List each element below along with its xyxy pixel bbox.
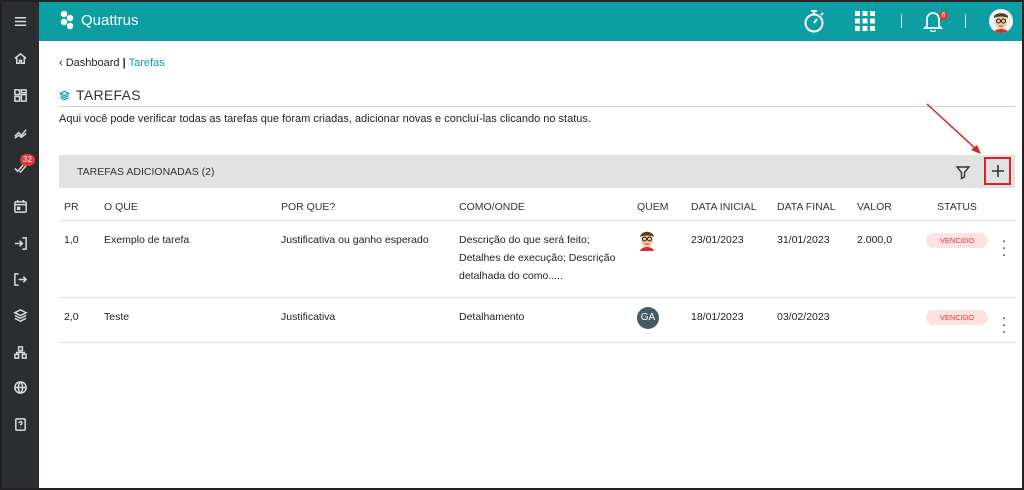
tasks-panel-header: TAREFAS ADICIONADAS (2)	[59, 155, 1015, 188]
plus-icon	[991, 165, 1004, 177]
breadcrumb-separator: |	[122, 57, 126, 69]
cell-start-date: 18/01/2023	[686, 297, 772, 343]
cell-what: Exemplo de tarefa	[99, 220, 276, 298]
home-icon[interactable]	[2, 43, 39, 73]
cell-why: Justificativa	[276, 297, 454, 343]
cell-value	[852, 297, 921, 343]
cell-end-date: 31/01/2023	[772, 220, 852, 298]
page-description: Aqui você pode verificar todas as tarefa…	[59, 113, 591, 125]
cell-who	[632, 220, 686, 298]
col-end-date[interactable]: DATA FINAL	[772, 195, 852, 221]
quattrus-logo-icon	[60, 10, 74, 30]
cell-who: GA	[632, 297, 686, 343]
globe-icon[interactable]	[2, 372, 39, 402]
logout-icon[interactable]	[2, 264, 39, 294]
top-bar: Quattrus 6	[39, 2, 1022, 41]
col-how[interactable]: COMO/ONDE	[454, 195, 632, 221]
col-value[interactable]: VALOR	[852, 195, 921, 221]
cell-actions: · · ·	[993, 220, 1015, 298]
page-header: TAREFAS	[59, 84, 1015, 107]
cell-end-date: 03/02/2023	[772, 297, 852, 343]
app-name: Quattrus	[81, 11, 139, 29]
login-icon[interactable]	[2, 228, 39, 258]
cell-status: VENCIDO	[921, 220, 993, 298]
assignee-avatar[interactable]	[637, 229, 657, 251]
col-start-date[interactable]: DATA INICIAL	[686, 195, 772, 221]
cell-start-date: 23/01/2023	[686, 220, 772, 298]
app-logo[interactable]: Quattrus	[59, 10, 139, 30]
more-options-icon[interactable]: · · ·	[998, 233, 1010, 262]
sitemap-icon[interactable]	[2, 337, 39, 367]
chart-line-icon[interactable]	[2, 117, 39, 147]
table-row[interactable]: 2,0 Teste Justificativa Detalhamento GA …	[59, 297, 1015, 343]
notification-badge: 6	[939, 11, 948, 20]
cell-pr: 1,0	[59, 220, 99, 298]
status-badge[interactable]: VENCIDO	[926, 309, 988, 325]
col-pr[interactable]: PR	[59, 195, 99, 221]
cell-what: Teste	[99, 297, 276, 343]
status-badge[interactable]: VENCIDO	[926, 232, 988, 248]
filter-icon[interactable]	[955, 164, 971, 180]
tasks-check-icon[interactable]: 32	[2, 152, 39, 182]
dashboard-icon[interactable]	[2, 80, 39, 110]
breadcrumb: ‹ Dashboard | Tarefas	[59, 57, 165, 69]
breadcrumb-dashboard[interactable]: Dashboard	[66, 57, 120, 69]
col-actions	[993, 195, 1015, 221]
col-status[interactable]: STATUS	[921, 195, 993, 221]
table-header-row: PR O QUE POR QUE? COMO/ONDE QUEM DATA IN…	[59, 195, 1015, 221]
cell-status: VENCIDO	[921, 297, 993, 343]
panel-title: TAREFAS ADICIONADAS (2)	[77, 166, 215, 178]
cell-value: 2.000,0	[852, 220, 921, 298]
apps-grid-icon[interactable]	[855, 11, 875, 36]
topbar-divider	[901, 14, 902, 28]
tasks-badge: 32	[20, 154, 35, 166]
page-title: TAREFAS	[76, 87, 141, 103]
breadcrumb-tarefas[interactable]: Tarefas	[129, 57, 165, 69]
cell-why: Justificativa ou ganho esperado	[276, 220, 454, 298]
cell-how: Detalhamento	[454, 297, 632, 343]
more-options-icon[interactable]: · · ·	[998, 310, 1010, 339]
app-frame: 32 Quattrus 6 ‹ Dashboard | Tarefas TARE…	[0, 0, 1024, 490]
tasks-table: PR O QUE POR QUE? COMO/ONDE QUEM DATA IN…	[59, 195, 1015, 343]
table-row[interactable]: 1,0 Exemplo de tarefa Justificativa ou g…	[59, 220, 1015, 298]
col-why[interactable]: POR QUE?	[276, 195, 454, 221]
layers-icon	[59, 90, 70, 100]
col-who[interactable]: QUEM	[632, 195, 686, 221]
calendar-icon[interactable]	[2, 191, 39, 221]
layers-icon[interactable]	[2, 300, 39, 330]
cell-actions: · · ·	[993, 297, 1015, 343]
help-icon[interactable]	[2, 409, 39, 439]
assignee-initials-avatar[interactable]: GA	[637, 306, 659, 329]
sidebar: 32	[2, 2, 39, 488]
add-task-button[interactable]	[984, 157, 1011, 185]
chevron-left-icon: ‹	[59, 57, 63, 69]
user-avatar[interactable]	[989, 9, 1013, 33]
col-what[interactable]: O QUE	[99, 195, 276, 221]
topbar-divider	[965, 14, 966, 28]
stopwatch-icon[interactable]	[803, 9, 825, 38]
cell-how: Descrição do que será feito; Detalhes de…	[454, 220, 632, 298]
menu-icon[interactable]	[2, 6, 39, 36]
cell-pr: 2,0	[59, 297, 99, 343]
